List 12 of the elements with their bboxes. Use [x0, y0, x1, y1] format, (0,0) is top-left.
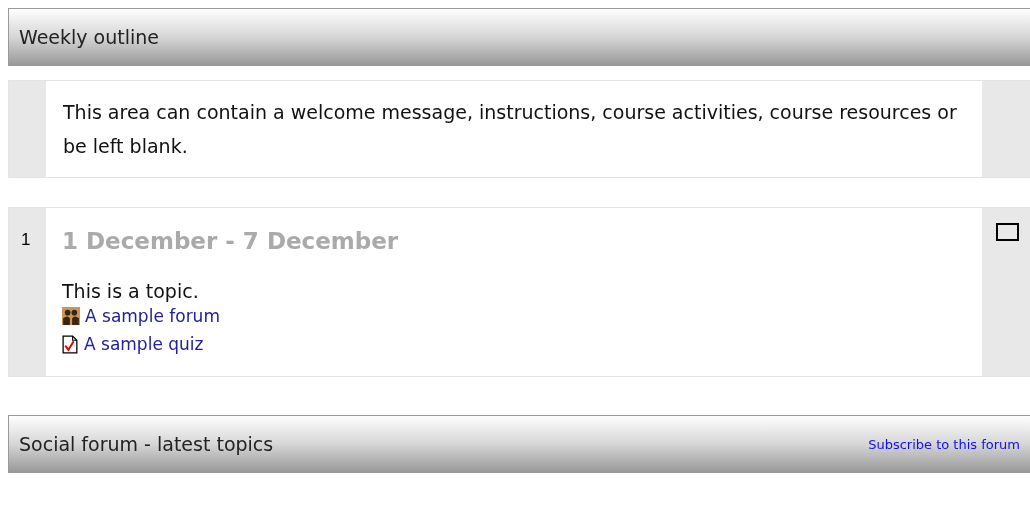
activity-link[interactable]: A sample quiz [84, 334, 204, 354]
header-title: Weekly outline [19, 26, 160, 48]
intro-text: This area can contain a welcome message, instructions, course activities, course resources or be left blank. [63, 100, 958, 159]
week-dates: 1 December - 7 December [62, 228, 400, 254]
activity-link[interactable]: A sample forum [85, 306, 220, 326]
topic-summary: This is a topic. [62, 280, 200, 302]
subscribe-link[interactable]: Subscribe to this forum [868, 436, 1020, 452]
people-icon [62, 307, 80, 325]
checked-document-icon [62, 334, 79, 354]
block-title: Social forum - latest topics [19, 433, 274, 455]
section-number: 1 [20, 229, 32, 250]
square-icon[interactable] [996, 223, 1019, 241]
